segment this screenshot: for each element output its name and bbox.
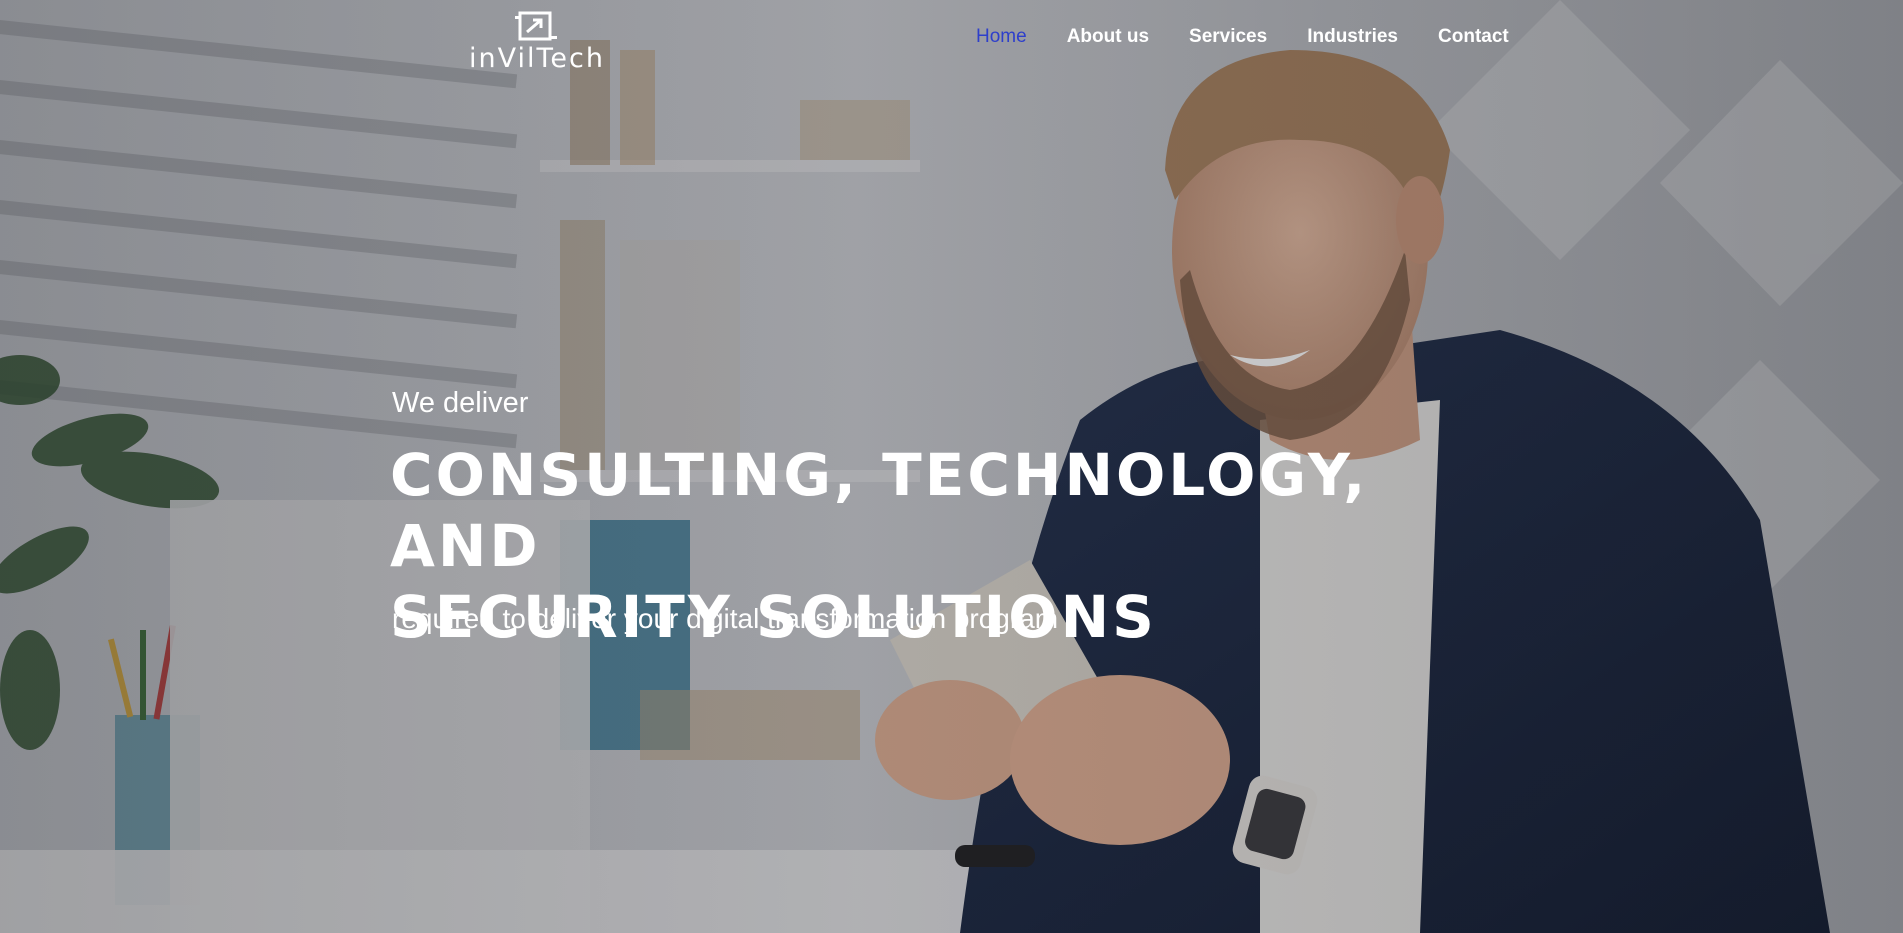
logo-text: inVilTech (469, 43, 605, 74)
hero-headline-line-1: CONSULTING, TECHNOLOGY, AND (390, 441, 1369, 580)
nav-item-home[interactable]: Home (976, 26, 1027, 48)
hero-section: inVilTech Home About us Services Industr… (0, 0, 1903, 933)
logo-mark-icon (515, 11, 557, 41)
nav-item-industries[interactable]: Industries (1307, 26, 1398, 48)
nav-item-services[interactable]: Services (1189, 26, 1267, 48)
site-logo[interactable]: inVilTech (458, 8, 616, 78)
nav-item-about-us[interactable]: About us (1067, 26, 1149, 48)
hero-subline: required to deliver your digital transfo… (392, 603, 1059, 634)
main-nav: Home About us Services Industries Contac… (976, 22, 1509, 52)
nav-item-contact[interactable]: Contact (1438, 26, 1509, 48)
hero-kicker: We deliver (392, 387, 529, 419)
